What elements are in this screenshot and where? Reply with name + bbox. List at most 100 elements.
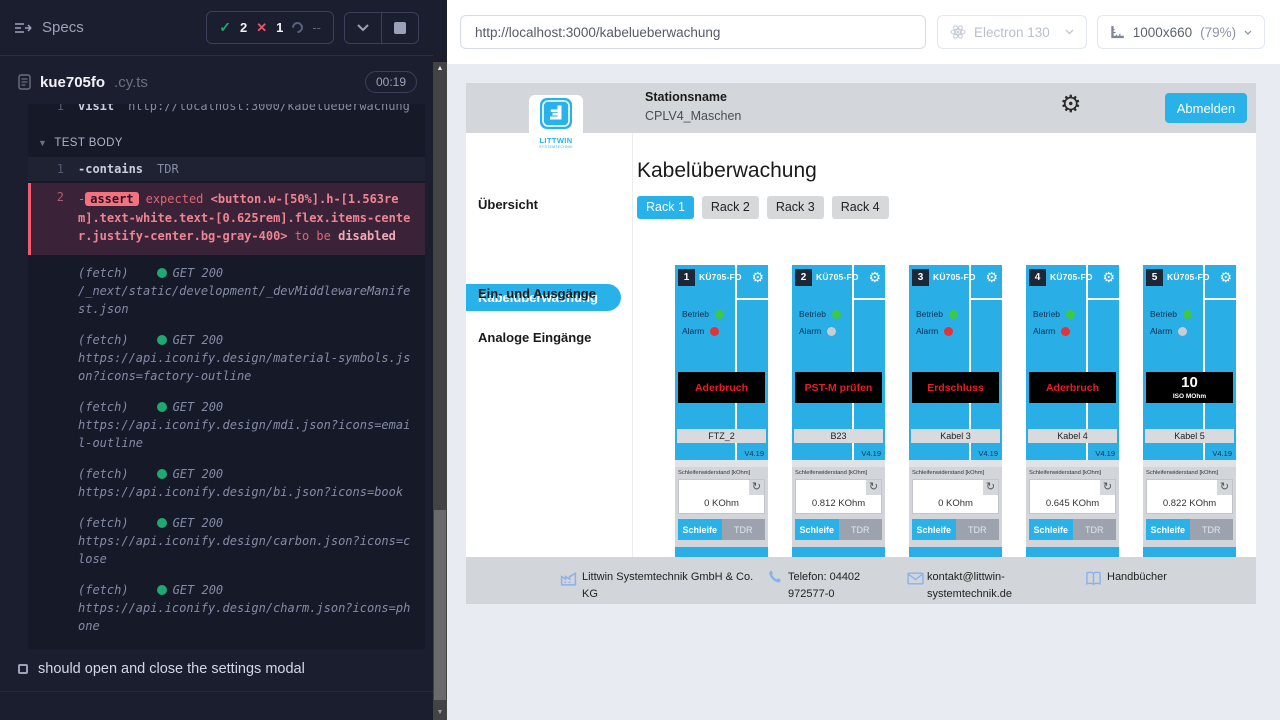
viewport-zoom: (79%) bbox=[1200, 25, 1236, 40]
scroll-up-arrow[interactable]: ▲ bbox=[433, 62, 447, 76]
tdr-button[interactable]: TDR bbox=[839, 519, 883, 540]
tab-rack-4[interactable]: Rack 4 bbox=[832, 196, 889, 219]
electron-icon bbox=[950, 24, 966, 40]
resistance-value: 0 KOhm bbox=[913, 498, 998, 509]
alarm-led bbox=[944, 327, 953, 336]
card-gear-icon[interactable]: ⚙ bbox=[868, 269, 881, 286]
phone-icon bbox=[766, 570, 783, 587]
status-text: Erdschluss bbox=[927, 382, 984, 394]
scrollbar-thumb[interactable] bbox=[434, 510, 446, 700]
command-row-visit[interactable]: 1 visit http://localhost:3000/kabelueber… bbox=[28, 104, 425, 125]
test-stats: ✓ 2 ✕ 1 -- bbox=[206, 11, 334, 44]
resistance-label: Schleifenwiderstand [kOhm] bbox=[1029, 470, 1116, 476]
divider bbox=[971, 298, 1002, 300]
firmware-version: V4.19 bbox=[1212, 449, 1232, 458]
card-gear-icon[interactable]: ⚙ bbox=[985, 269, 998, 286]
company-name: Littwin Systemtechnik GmbH & Co. KG bbox=[582, 569, 754, 602]
fetch-log-row[interactable]: (fetch)GET 200 /_next/static/development… bbox=[28, 255, 425, 322]
refresh-icon[interactable]: ↻ bbox=[983, 480, 998, 495]
sidebar-item-ein-und-ausgaenge[interactable]: Ein- und Ausgänge bbox=[478, 286, 596, 301]
device-card: 2KÜ705-FO⚙ Betrieb Alarm PST-M prüfen B2… bbox=[792, 265, 885, 595]
sidebar-item-analoge-eingaenge[interactable]: Analoge Eingänge bbox=[478, 330, 591, 345]
tdr-button[interactable]: TDR bbox=[722, 519, 766, 540]
schleife-button[interactable]: Schleife bbox=[795, 519, 839, 540]
divider bbox=[0, 691, 433, 692]
cable-name: Kabel 4 bbox=[1028, 429, 1117, 443]
station-name: CPLV4_Maschen bbox=[645, 109, 741, 123]
resistance-value-box: ↻0.822 KOhm bbox=[1146, 479, 1233, 514]
logout-button[interactable]: Abmelden bbox=[1165, 93, 1247, 123]
schleife-button[interactable]: Schleife bbox=[912, 519, 956, 540]
refresh-icon[interactable]: ↻ bbox=[866, 480, 881, 495]
status-ok-dot bbox=[157, 335, 167, 345]
page-title: Kabelüberwachung bbox=[637, 159, 817, 183]
resistance-value: 0.812 KOhm bbox=[796, 498, 881, 509]
chevron-down-icon bbox=[1244, 30, 1252, 35]
collapse-button[interactable] bbox=[345, 13, 381, 43]
failed-x-icon: ✕ bbox=[256, 20, 267, 36]
specs-menu-button[interactable]: Specs bbox=[14, 19, 84, 36]
phone-number[interactable]: Telefon: 04402 972577-0 bbox=[788, 569, 888, 602]
fetch-log-row[interactable]: (fetch)GET 200 https://api.iconify.desig… bbox=[28, 322, 425, 389]
pending-test-title: should open and close the settings modal bbox=[38, 661, 305, 677]
viewport-select[interactable]: 1000x660 (79%) bbox=[1097, 15, 1265, 49]
stop-button[interactable] bbox=[381, 13, 418, 43]
betrieb-label: Betrieb bbox=[799, 309, 826, 319]
sidebar-item-uebersicht[interactable]: Übersicht bbox=[478, 197, 538, 212]
refresh-icon[interactable]: ↻ bbox=[1100, 480, 1115, 495]
station-info: Stationsname CPLV4_Maschen bbox=[645, 90, 741, 123]
fetch-log-row[interactable]: (fetch)GET 200 https://api.iconify.desig… bbox=[28, 389, 425, 456]
littwin-logo: LITTWIN SYSTEMTECHNIK bbox=[529, 95, 583, 149]
tdr-button[interactable]: TDR bbox=[956, 519, 1000, 540]
iso-unit: ISO MOhm bbox=[1173, 393, 1206, 400]
status-text: Aderbruch bbox=[695, 382, 748, 394]
tab-rack-3[interactable]: Rack 3 bbox=[767, 196, 824, 219]
schleife-button[interactable]: Schleife bbox=[678, 519, 722, 540]
cable-name: Kabel 5 bbox=[1145, 429, 1234, 443]
browser-name: Electron 130 bbox=[974, 25, 1050, 40]
spec-file-row[interactable]: kue705fo .cy.ts 00:19 bbox=[0, 56, 433, 104]
betrieb-led bbox=[715, 310, 724, 319]
tab-rack-2[interactable]: Rack 2 bbox=[702, 196, 759, 219]
fetch-url: https://api.iconify.design/carbon.json?i… bbox=[78, 532, 417, 568]
iso-value: 10 bbox=[1181, 375, 1198, 390]
refresh-icon[interactable]: ↻ bbox=[749, 480, 764, 495]
spec-duration-badge: 00:19 bbox=[365, 71, 417, 93]
tab-rack-1[interactable]: Rack 1 bbox=[637, 196, 694, 219]
slot-number-badge: 5 bbox=[1146, 269, 1163, 286]
failed-assert-row[interactable]: 2 -assertexpected <button.w-[50%].h-[1.5… bbox=[28, 183, 425, 255]
test-body-header[interactable]: ▼ TEST BODY bbox=[28, 125, 425, 157]
scrollbar-track[interactable]: ▲ ▼ bbox=[433, 62, 447, 720]
tdr-button[interactable]: TDR bbox=[1073, 519, 1117, 540]
status-display: PST-M prüfen bbox=[795, 372, 882, 403]
fetch-log-row[interactable]: (fetch)GET 200 https://api.iconify.desig… bbox=[28, 456, 425, 505]
contact-email[interactable]: kontakt@littwin-systemtechnik.de bbox=[927, 569, 1035, 602]
settings-gear-icon[interactable]: ⚙ bbox=[1060, 90, 1082, 119]
firmware-version: V4.19 bbox=[978, 449, 998, 458]
spec-file-name: kue705fo bbox=[40, 74, 105, 91]
scroll-down-arrow[interactable]: ▼ bbox=[433, 706, 447, 720]
refresh-icon[interactable]: ↻ bbox=[1217, 480, 1232, 495]
url-input[interactable] bbox=[460, 15, 926, 49]
command-row-contains[interactable]: 1 -contains TDR bbox=[28, 157, 425, 181]
card-gear-icon[interactable]: ⚙ bbox=[1219, 269, 1232, 286]
browser-select[interactable]: Electron 130 bbox=[937, 15, 1087, 49]
resistance-value-box: ↻0 KOhm bbox=[678, 479, 765, 514]
pending-test-row[interactable]: should open and close the settings modal bbox=[18, 661, 417, 677]
schleife-button[interactable]: Schleife bbox=[1029, 519, 1073, 540]
cypress-reporter-panel: Specs ✓ 2 ✕ 1 -- kue705fo.cy.ts 00:19 1 bbox=[0, 0, 433, 720]
command-log: 1 visit http://localhost:3000/kabelueber… bbox=[28, 104, 425, 649]
schleife-button[interactable]: Schleife bbox=[1146, 519, 1190, 540]
tdr-button[interactable]: TDR bbox=[1190, 519, 1234, 540]
card-gear-icon[interactable]: ⚙ bbox=[751, 269, 764, 286]
betrieb-led bbox=[949, 310, 958, 319]
fetch-log-row[interactable]: (fetch)GET 200 https://api.iconify.desig… bbox=[28, 572, 425, 639]
assert-keyword: disabled bbox=[338, 229, 396, 243]
fetch-url: https://api.iconify.design/material-symb… bbox=[78, 349, 417, 385]
betrieb-label: Betrieb bbox=[682, 309, 709, 319]
spec-file-ext: .cy.ts bbox=[114, 74, 148, 91]
manuals-link[interactable]: Handbücher bbox=[1107, 569, 1167, 586]
card-gear-icon[interactable]: ⚙ bbox=[1102, 269, 1115, 286]
fetch-log-row[interactable]: (fetch)GET 200 https://api.iconify.desig… bbox=[28, 505, 425, 572]
alarm-label: Alarm bbox=[1150, 326, 1172, 336]
